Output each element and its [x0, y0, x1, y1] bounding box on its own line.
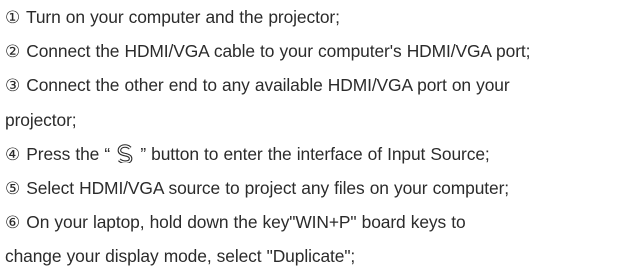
- step-text: change your display mode, select "Duplic…: [5, 246, 356, 266]
- step-text: Press the “: [21, 144, 116, 164]
- step-text: Select HDMI/VGA source to project any fi…: [21, 178, 509, 198]
- step-3-line-2: projector;: [5, 108, 77, 132]
- step-6-line-2: change your display mode, select "Duplic…: [5, 244, 355, 268]
- step-text: On your laptop, hold down the key"WIN+P"…: [21, 212, 466, 232]
- step-3-line-1: ③ Connect the other end to any available…: [5, 73, 510, 97]
- step-1: ① Turn on your computer and the projecto…: [5, 5, 340, 29]
- step-5: ⑤ Select HDMI/VGA source to project any …: [5, 176, 509, 200]
- step-text: Connect the other end to any available H…: [21, 75, 510, 95]
- step-text: ” button to enter the interface of Input…: [135, 144, 490, 164]
- step-6-line-1: ⑥ On your laptop, hold down the key"WIN+…: [5, 210, 466, 234]
- step-number: ①: [5, 8, 21, 28]
- step-number: ②: [5, 42, 21, 62]
- step-2: ② Connect the HDMI/VGA cable to your com…: [5, 39, 530, 63]
- source-input-icon: [116, 144, 134, 163]
- step-number: ⑥: [5, 213, 21, 233]
- step-text: projector;: [5, 110, 77, 130]
- step-4: ④ Press the “ ” button to enter the inte…: [5, 142, 490, 166]
- step-text: Turn on your computer and the projector;: [21, 7, 340, 27]
- step-number: ⑤: [5, 179, 21, 199]
- step-number: ④: [5, 145, 21, 165]
- step-text: Connect the HDMI/VGA cable to your compu…: [21, 41, 531, 61]
- step-number: ③: [5, 76, 21, 96]
